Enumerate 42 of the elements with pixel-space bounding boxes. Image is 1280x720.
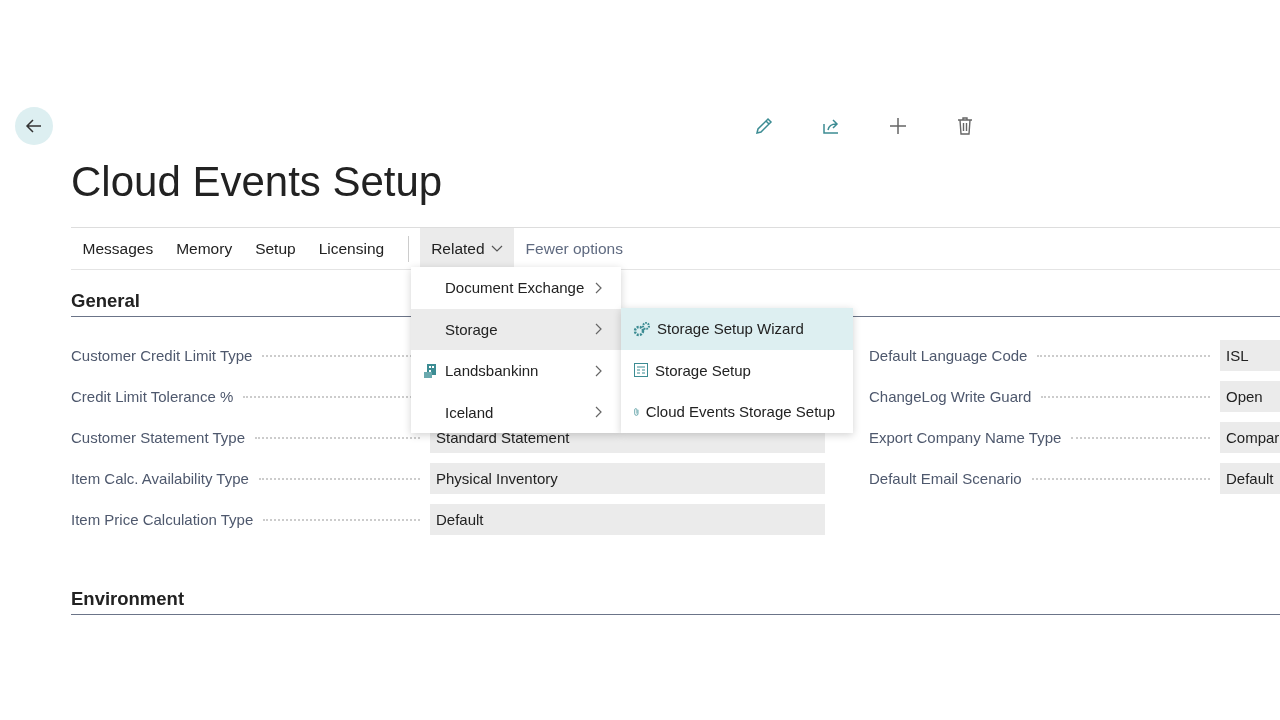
action-tab[interactable]: Messages — [71, 228, 165, 269]
page-title: Cloud Events Setup — [71, 157, 444, 207]
field-value[interactable]: Compar — [1220, 422, 1280, 453]
menu-item[interactable]: Storage Setup Wizard — [621, 308, 853, 350]
action-tab[interactable]: Licensing — [307, 228, 396, 269]
chevron-right-icon — [595, 281, 603, 294]
plus-icon — [888, 116, 908, 136]
trash-icon — [955, 116, 975, 136]
field-label: Export Company Name Type — [869, 429, 1062, 446]
field-value[interactable]: Default — [1220, 463, 1280, 494]
field-label: Item Calc. Availability Type — [71, 470, 249, 487]
menu-item[interactable]: Iceland — [411, 391, 621, 433]
field-value[interactable]: Open — [1220, 381, 1280, 412]
document-icon — [633, 362, 649, 379]
menu-item[interactable]: Landsbankinn — [411, 350, 621, 392]
back-button[interactable] — [15, 107, 53, 145]
menu-item[interactable]: Storage Setup — [621, 349, 853, 391]
field-value[interactable]: Default — [430, 504, 825, 535]
field-label: Credit Limit Tolerance % — [71, 388, 234, 405]
menu-item[interactable]: Document Exchange — [411, 267, 621, 309]
section-title: Environment — [71, 586, 1280, 615]
field-label: Customer Credit Limit Type — [71, 347, 253, 364]
chevron-right-icon — [595, 364, 603, 377]
chevron-right-icon — [595, 406, 603, 419]
gears-icon — [633, 320, 651, 337]
share-icon — [821, 116, 841, 136]
dropdown-tab[interactable]: Related — [419, 228, 515, 269]
menu-item[interactable]: Cloud Events Storage Setup — [621, 391, 853, 433]
action-tab[interactable]: Memory — [164, 228, 244, 269]
field-label: ChangeLog Write Guard — [869, 388, 1032, 405]
field-value[interactable]: ISL — [1220, 340, 1280, 371]
field-label: Customer Statement Type — [71, 429, 245, 446]
action-tab[interactable]: Setup — [243, 228, 308, 269]
field-label: Default Email Scenario — [869, 470, 1022, 487]
field-label: Item Price Calculation Type — [71, 511, 254, 528]
building-icon — [423, 362, 437, 379]
fewer-options-link[interactable]: Fewer options — [514, 228, 635, 269]
field-value[interactable]: Physical Inventory — [430, 463, 825, 494]
chevron-right-icon — [595, 323, 603, 336]
pencil-icon — [754, 116, 774, 136]
field-label: Default Language Code — [869, 347, 1028, 364]
menu-item[interactable]: Storage — [411, 308, 621, 350]
